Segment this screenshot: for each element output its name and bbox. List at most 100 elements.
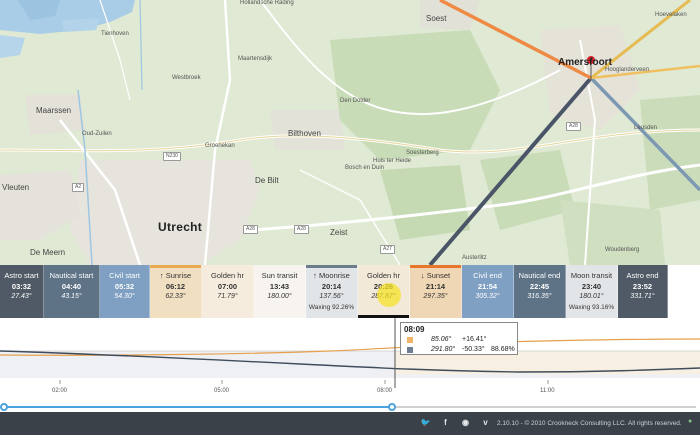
cell-time: 07:00 bbox=[217, 282, 238, 291]
place-label: Austerlitz bbox=[462, 255, 487, 261]
cell-time: 23:40 bbox=[581, 282, 602, 291]
tooltip-time: 08:09 bbox=[404, 325, 425, 334]
tooltip-illumination: 88.68% bbox=[491, 346, 515, 353]
cell-time: 06:12 bbox=[165, 282, 186, 291]
strip-cell-civil-start[interactable]: Civil start 05:32 54.30° bbox=[100, 265, 150, 318]
strip-cell-astro-end[interactable]: Astro end 23:52 331.71° bbox=[618, 265, 668, 318]
tooltip-altitude: -50.33° bbox=[462, 346, 485, 353]
cell-time: 22:45 bbox=[529, 282, 550, 291]
tooltip-altitude: +16.41° bbox=[462, 336, 487, 343]
strip-cell-sunset[interactable]: ↓ Sunset 21:14 297.35° bbox=[410, 265, 462, 318]
cell-label-text: Civil start bbox=[109, 271, 140, 280]
tooltip-azimuth: 85.06° bbox=[431, 336, 452, 343]
cell-time: 21:14 bbox=[425, 282, 446, 291]
place-label: Westbroek bbox=[172, 75, 201, 81]
time-axis-tick: 11:00 bbox=[540, 388, 555, 394]
map-view[interactable]: Hollandsche Rading Tienhoven Maartensdij… bbox=[0, 0, 700, 265]
road-shield: A28 bbox=[566, 122, 581, 131]
scrubber-handle[interactable] bbox=[388, 403, 397, 411]
place-label: Huis ter Heide bbox=[373, 158, 412, 164]
altitude-graph-canvas[interactable] bbox=[0, 318, 700, 402]
cell-azimuth: 305.32° bbox=[475, 293, 500, 300]
cell-azimuth: 43.15° bbox=[61, 293, 82, 300]
cell-azimuth: 54.30° bbox=[114, 293, 135, 300]
cell-azimuth: 331.71° bbox=[630, 293, 655, 300]
place-label: Den Dolder bbox=[340, 98, 371, 104]
place-label: Bosch en Duin bbox=[345, 165, 385, 171]
place-label: Oud-Zuilen bbox=[82, 131, 112, 137]
cell-azimuth: 297.35° bbox=[423, 293, 448, 300]
road-shield: N230 bbox=[163, 152, 181, 161]
cell-label: ↑ Moonrise bbox=[306, 271, 357, 281]
cell-accent-bar bbox=[150, 265, 201, 268]
strip-cell-civil-end[interactable]: Civil end 21:54 305.32° bbox=[462, 265, 514, 318]
place-label: Woudenberg bbox=[605, 247, 640, 253]
scrubber-start-handle[interactable] bbox=[0, 403, 8, 411]
cell-label: Astro end bbox=[618, 271, 667, 281]
place-label: Soest bbox=[426, 14, 447, 23]
cell-label-text: Nautical end bbox=[518, 271, 561, 280]
tooltip-azimuth: 291.80° bbox=[431, 346, 456, 353]
corner-badge-icon: ● bbox=[688, 418, 693, 425]
vimeo-icon[interactable]: v bbox=[480, 417, 491, 428]
cell-label: Sun transit bbox=[254, 271, 305, 281]
cell-label: Golden hr bbox=[358, 271, 409, 281]
cell-label-text: Moon transit bbox=[570, 271, 613, 280]
strip-cell-nautical-end[interactable]: Nautical end 22:45 316.35° bbox=[514, 265, 566, 318]
strip-filler bbox=[668, 265, 700, 318]
place-label: Hooglanderveen bbox=[605, 67, 650, 73]
strip-cell-moonrise[interactable]: ↑ Moonrise 20:14 137.56° Waxing 92.26% bbox=[306, 265, 358, 318]
strip-cell-nautical-start[interactable]: Nautical start 04:40 43.15° bbox=[44, 265, 100, 318]
place-label: Hollandsche Rading bbox=[240, 0, 294, 6]
cell-time: 05:32 bbox=[114, 282, 135, 291]
place-label: Maartensdijk bbox=[238, 56, 273, 62]
cell-label: Nautical end bbox=[514, 271, 565, 281]
place-label: Zeist bbox=[330, 228, 348, 237]
cell-accent-bar bbox=[306, 265, 357, 268]
time-axis-tick: 05:00 bbox=[214, 388, 230, 394]
cell-label: Golden hr bbox=[202, 271, 253, 281]
moon-swatch bbox=[407, 347, 413, 353]
sun-swatch bbox=[407, 337, 413, 343]
place-label: Tienhoven bbox=[101, 31, 129, 37]
cell-label: Moon transit bbox=[566, 271, 617, 281]
place-label: Utrecht bbox=[158, 220, 203, 234]
facebook-icon[interactable]: f bbox=[440, 417, 451, 428]
instagram-icon[interactable]: ◉ bbox=[460, 417, 471, 428]
cell-label: Civil end bbox=[462, 271, 513, 281]
time-axis-tick: 08:00 bbox=[377, 388, 393, 394]
cell-label-text: Civil end bbox=[473, 271, 502, 280]
cell-label-text: Nautical start bbox=[49, 271, 94, 280]
cell-label-text: Astro start bbox=[4, 271, 39, 280]
place-label: Groenekan bbox=[205, 143, 235, 149]
cell-azimuth: 27.43° bbox=[11, 293, 32, 300]
cell-time: 04:40 bbox=[61, 282, 82, 291]
road-shield: A2 bbox=[72, 183, 85, 192]
cell-label-text: Sun transit bbox=[261, 271, 298, 280]
cell-azimuth: 62.33° bbox=[165, 293, 186, 300]
road-shield: A28 bbox=[243, 225, 258, 234]
cell-label-text: Moonrise bbox=[318, 271, 350, 280]
cell-time: 23:52 bbox=[632, 282, 653, 291]
strip-cell-moon-transit[interactable]: Moon transit 23:40 180.01° Waxing 93.16% bbox=[566, 265, 618, 318]
cell-time: 20:14 bbox=[321, 282, 342, 291]
time-scrubber[interactable] bbox=[0, 402, 700, 412]
cell-label: Astro start bbox=[0, 271, 43, 281]
cell-phase: Waxing 93.16% bbox=[568, 304, 615, 311]
altitude-graph[interactable]: 02:00 05:00 08:00 11:00 bbox=[0, 318, 700, 402]
version-copyright: 2.10.10 - © 2010 Crookneck Consulting LL… bbox=[497, 420, 682, 427]
footer-bar: 🐦 f ◉ v 2.10.10 - © 2010 Crookneck Consu… bbox=[0, 412, 700, 435]
place-label: Soesterberg bbox=[406, 150, 439, 156]
strip-cell-sunrise[interactable]: ↑ Sunrise 06:12 62.33° bbox=[150, 265, 202, 318]
place-label: De Meern bbox=[30, 248, 66, 257]
cell-label-text: Sunset bbox=[426, 271, 451, 280]
strip-cell-golden-hr[interactable]: Golden hr 07:00 71.79° bbox=[202, 265, 254, 318]
strip-cell-astro-start[interactable]: Astro start 03:32 27.43° bbox=[0, 265, 44, 318]
strip-cell-sun-transit[interactable]: Sun transit 13:43 180.00° bbox=[254, 265, 306, 318]
cell-azimuth: 137.56° bbox=[319, 293, 344, 300]
cell-time: 21:54 bbox=[477, 282, 498, 291]
place-label: Vleuten bbox=[2, 183, 30, 192]
tooltip-row-sun: 85.06° +16.41° bbox=[407, 336, 517, 345]
cell-label-text: Golden hr bbox=[211, 271, 244, 280]
twitter-icon[interactable]: 🐦 bbox=[420, 417, 431, 428]
